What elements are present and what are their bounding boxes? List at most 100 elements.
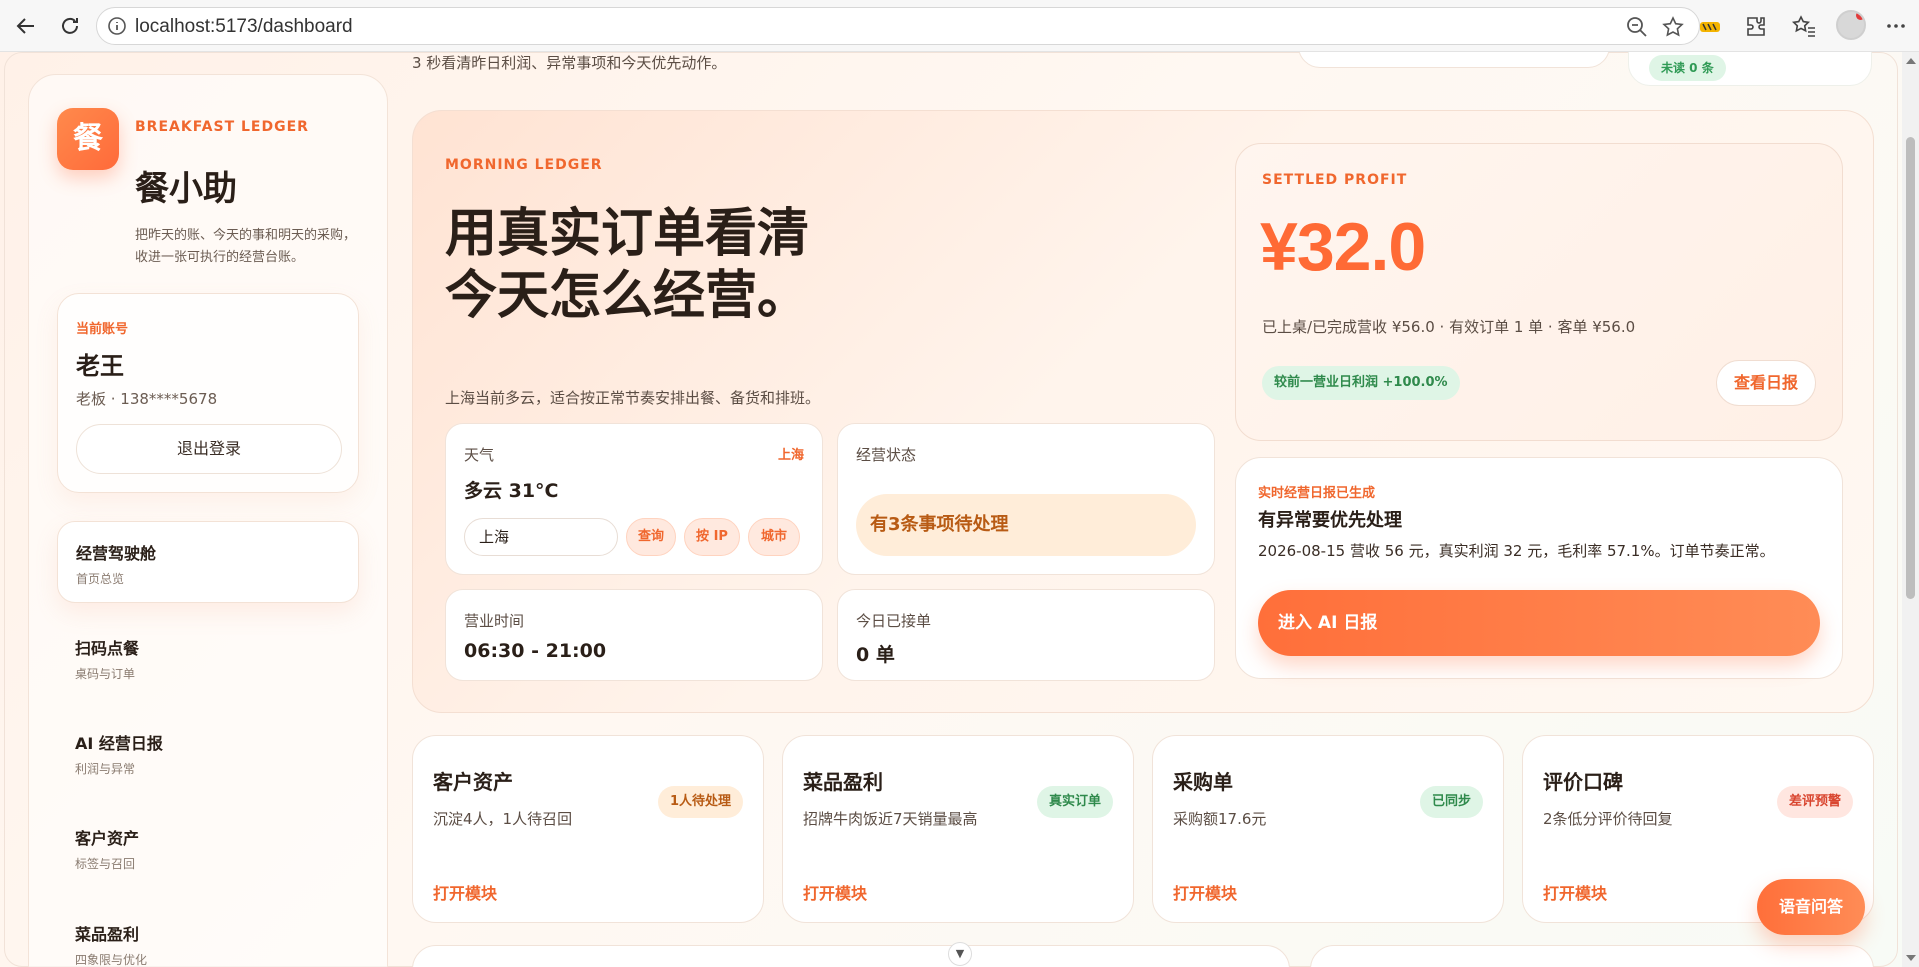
brand-description: 把昨天的账、今天的事和明天的采购，收进一张可执行的经营台账。 [135, 228, 357, 265]
weather-by-ip-button[interactable]: 按 IP [684, 518, 740, 556]
account-label: 当前账号 [76, 322, 129, 337]
profit-compare-badge: 较前一营业日利润 +100.0% [1262, 366, 1460, 400]
sidebar-item-sub: 四象限与优化 [75, 953, 148, 967]
sidebar: 餐 BREAKFAST LEDGER 餐小助 把昨天的账、今天的事和明天的采购，… [28, 74, 388, 967]
sidebar-item-title: 客户资产 [75, 829, 140, 848]
module-badge: 真实订单 [1036, 786, 1113, 818]
module-title: 采购单 [1173, 770, 1233, 794]
sidebar-item-title: 扫码点餐 [75, 639, 140, 658]
module-badge: 1人待处理 [657, 786, 743, 818]
open-module-link[interactable]: 打开模块 [1543, 880, 1607, 904]
voice-qa-button[interactable]: 语音问答 [1757, 879, 1865, 935]
page-scrollbar[interactable] [1902, 52, 1919, 967]
scroll-up-arrow-icon[interactable] [1906, 58, 1916, 64]
extension-tiger-icon[interactable] [1696, 12, 1724, 40]
dashboard-page: 餐 BREAKFAST LEDGER 餐小助 把昨天的账、今天的事和明天的采购，… [0, 52, 1902, 967]
sidebar-item-dish-profit[interactable]: 菜品盈利 四象限与优化 [57, 903, 359, 967]
ai-report-title: 有异常要优先处理 [1258, 510, 1402, 531]
sidebar-item-title: AI 经营日报 [75, 734, 163, 753]
ai-report-description: 2026-08-15 营收 56 元，真实利润 32 元，毛利率 57.1%。订… [1258, 542, 1775, 560]
city-input[interactable]: 上海 [464, 518, 618, 556]
weather-label: 天气 [464, 446, 495, 464]
top-summary-card [1298, 52, 1610, 68]
module-title: 评价口碑 [1543, 770, 1623, 794]
scroll-down-icon[interactable]: ▼ [948, 942, 972, 966]
status-pending-pill[interactable]: 有3条事项待处理 [856, 494, 1196, 556]
settled-profit-card: SETTLED PROFIT ¥32.0 已上桌/已完成营收 ¥56.0 · 有… [1235, 143, 1843, 441]
scroll-thumb[interactable] [1906, 137, 1915, 599]
zoom-out-icon[interactable] [1625, 15, 1649, 39]
weather-city-button[interactable]: 城市 [748, 518, 800, 556]
sidebar-item-ai-report[interactable]: AI 经营日报 利润与异常 [57, 712, 359, 794]
module-card-customers[interactable]: 客户资产 沉淀4人，1人待召回 1人待处理 打开模块 [412, 735, 764, 923]
module-title: 客户资产 [433, 770, 513, 794]
sidebar-item-sub: 利润与异常 [75, 762, 136, 776]
favorites-icon[interactable] [1790, 12, 1818, 40]
open-module-link[interactable]: 打开模块 [1173, 880, 1237, 904]
bottom-card-left [412, 945, 1290, 967]
browser-toolbar: localhost:5173/dashboard [0, 0, 1919, 52]
sidebar-item-sub: 首页总览 [76, 572, 125, 586]
profile-avatar[interactable] [1836, 10, 1866, 40]
brand-logo: 餐 [57, 108, 119, 170]
enter-ai-report-button[interactable]: 进入 AI 日报 [1258, 590, 1820, 656]
account-name: 老王 [76, 352, 124, 380]
module-title: 菜品盈利 [803, 770, 883, 794]
orders-value: 0 单 [856, 644, 895, 666]
profit-detail: 已上桌/已完成营收 ¥56.0 · 有效订单 1 单 · 客单 ¥56.0 [1262, 318, 1636, 336]
module-description: 招牌牛肉饭近7天销量最高 [803, 810, 978, 828]
module-description: 采购额17.6元 [1173, 810, 1267, 828]
sidebar-item-customers[interactable]: 客户资产 标签与召回 [57, 807, 359, 889]
account-meta: 老板 · 138****5678 [76, 390, 218, 408]
sidebar-item-sub: 桌码与订单 [75, 667, 136, 681]
top-notice-card: 未读 0 条 [1628, 52, 1872, 86]
status-label: 经营状态 [856, 446, 917, 464]
star-icon[interactable] [1661, 15, 1685, 39]
address-bar[interactable]: localhost:5173/dashboard [96, 7, 1700, 45]
hero-description: 上海当前多云，适合按正常节奏安排出餐、备货和排班。 [445, 389, 821, 407]
business-status-card: 经营状态 有3条事项待处理 [837, 423, 1215, 575]
hours-label: 营业时间 [464, 612, 525, 630]
page-subtitle: 3 秒看清昨日利润、异常事项和今天优先动作。 [412, 54, 727, 72]
logout-button[interactable]: 退出登录 [76, 424, 342, 474]
sidebar-item-sub: 标签与召回 [75, 857, 136, 871]
hours-value: 06:30 - 21:00 [464, 640, 607, 662]
ai-report-eyebrow: 实时经营日报已生成 [1258, 486, 1376, 501]
brand-eyebrow: BREAKFAST LEDGER [135, 119, 309, 135]
open-module-link[interactable]: 打开模块 [803, 880, 867, 904]
module-description: 沉淀4人，1人待召回 [433, 810, 573, 828]
unread-badge: 未读 0 条 [1649, 55, 1726, 81]
hero-eyebrow: MORNING LEDGER [445, 157, 603, 173]
orders-label: 今日已接单 [856, 612, 932, 630]
business-hours-card: 营业时间 06:30 - 21:00 [445, 589, 823, 681]
back-icon[interactable] [12, 12, 40, 40]
module-description: 2条低分评价待回复 [1543, 810, 1673, 828]
more-menu-icon[interactable] [1882, 12, 1910, 40]
sidebar-item-title: 菜品盈利 [75, 925, 140, 944]
hero-section: MORNING LEDGER 用真实订单看清今天怎么经营。 上海当前多云，适合按… [412, 110, 1874, 713]
refresh-icon[interactable] [56, 12, 84, 40]
ai-report-card: 实时经营日报已生成 有异常要优先处理 2026-08-15 营收 56 元，真实… [1235, 457, 1843, 679]
today-orders-card: 今日已接单 0 单 [837, 589, 1215, 681]
sidebar-item-dashboard[interactable]: 经营驾驶舱 首页总览 [57, 521, 359, 603]
account-card: 当前账号 老王 老板 · 138****5678 退出登录 [57, 293, 359, 493]
module-card-purchase[interactable]: 采购单 采购额17.6元 已同步 打开模块 [1152, 735, 1504, 923]
extensions-puzzle-icon[interactable] [1742, 12, 1770, 40]
bottom-card-right [1310, 945, 1874, 967]
url-text[interactable]: localhost:5173/dashboard [135, 16, 353, 38]
scroll-down-arrow-icon[interactable] [1906, 955, 1916, 961]
module-card-dish-profit[interactable]: 菜品盈利 招牌牛肉饭近7天销量最高 真实订单 打开模块 [782, 735, 1134, 923]
profit-eyebrow: SETTLED PROFIT [1262, 172, 1408, 188]
weather-query-button[interactable]: 查询 [626, 518, 676, 556]
hero-title: 用真实订单看清今天怎么经营。 [445, 204, 810, 326]
info-icon[interactable] [107, 16, 127, 36]
sidebar-item-scan-order[interactable]: 扫码点餐 桌码与订单 [57, 617, 359, 699]
brand-title: 餐小助 [135, 169, 237, 209]
view-report-button[interactable]: 查看日报 [1716, 360, 1816, 406]
notification-dot [1856, 12, 1864, 20]
weather-card: 天气 上海 多云 31°C 上海 查询 按 IP 城市 [445, 423, 823, 575]
module-badge: 已同步 [1419, 786, 1483, 818]
weather-value: 多云 31°C [464, 480, 559, 502]
open-module-link[interactable]: 打开模块 [433, 880, 497, 904]
module-badge: 差评预警 [1776, 786, 1853, 818]
